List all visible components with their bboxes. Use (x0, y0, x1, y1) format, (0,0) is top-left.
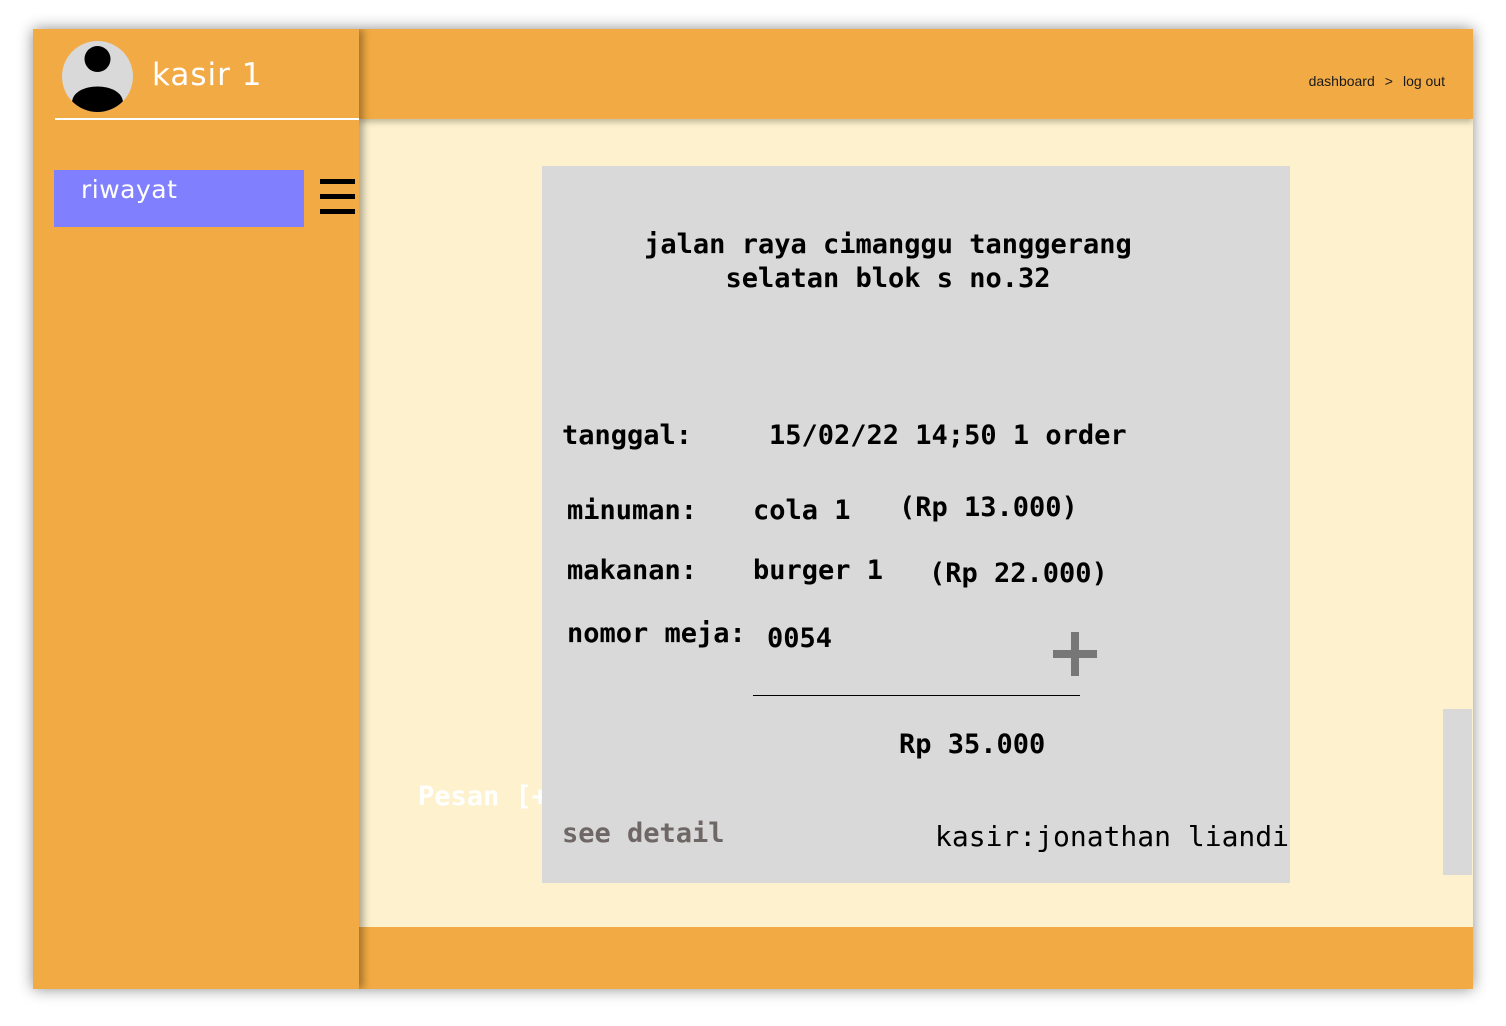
nomor-meja-value: 0054 (767, 623, 833, 654)
breadcrumb: dashboard > log out (1309, 73, 1445, 89)
breadcrumb-dashboard-link[interactable]: dashboard (1309, 73, 1375, 89)
app-window: kasir 1 riwayat dashboard > log out Pesan … (33, 29, 1473, 989)
makanan-price: (Rp 22.000) (929, 558, 1108, 589)
address-line-1: jalan raya cimanggu tanggerang (644, 229, 1132, 260)
cashier-name: kasir:jonathan liandi (935, 820, 1290, 853)
see-detail-link[interactable]: see detail (562, 818, 725, 849)
nomor-meja-label: nomor meja: (567, 618, 746, 649)
receipt-card: jalan raya cimanggu tanggerang selatan b… (542, 166, 1290, 883)
footer-bar (359, 927, 1473, 989)
user-name: kasir 1 (152, 57, 263, 93)
minuman-label: minuman: (567, 495, 698, 526)
sidebar-divider (55, 118, 359, 120)
minuman-price: (Rp 13.000) (899, 492, 1078, 523)
total-divider (753, 695, 1080, 696)
sidebar-item-label: riwayat (81, 175, 178, 204)
pesan-button[interactable]: Pesan [+ (418, 781, 548, 812)
breadcrumb-separator: > (1384, 73, 1393, 89)
user-avatar-icon[interactable] (62, 41, 133, 112)
main-content: Pesan [+ jalan raya cimanggu tanggerang … (359, 119, 1473, 927)
makanan-item: burger 1 (753, 555, 884, 586)
sidebar: kasir 1 riwayat (33, 29, 359, 989)
makanan-label: makanan: (567, 555, 698, 586)
plus-icon[interactable] (1053, 632, 1097, 676)
minuman-item: cola 1 (753, 495, 851, 526)
tanggal-label: tanggal: (562, 420, 693, 451)
scrollbar-thumb[interactable] (1443, 709, 1472, 875)
sidebar-item-riwayat[interactable]: riwayat (54, 170, 304, 227)
hamburger-menu-icon[interactable] (320, 179, 355, 219)
receipt-total: Rp 35.000 (899, 729, 1046, 760)
receipt-address: jalan raya cimanggu tanggerang selatan b… (542, 228, 1234, 296)
logout-link[interactable]: log out (1403, 73, 1445, 89)
address-line-2: selatan blok s no.32 (725, 263, 1051, 294)
tanggal-value: 15/02/22 14;50 1 order (769, 420, 1127, 451)
top-header: dashboard > log out (359, 29, 1473, 119)
